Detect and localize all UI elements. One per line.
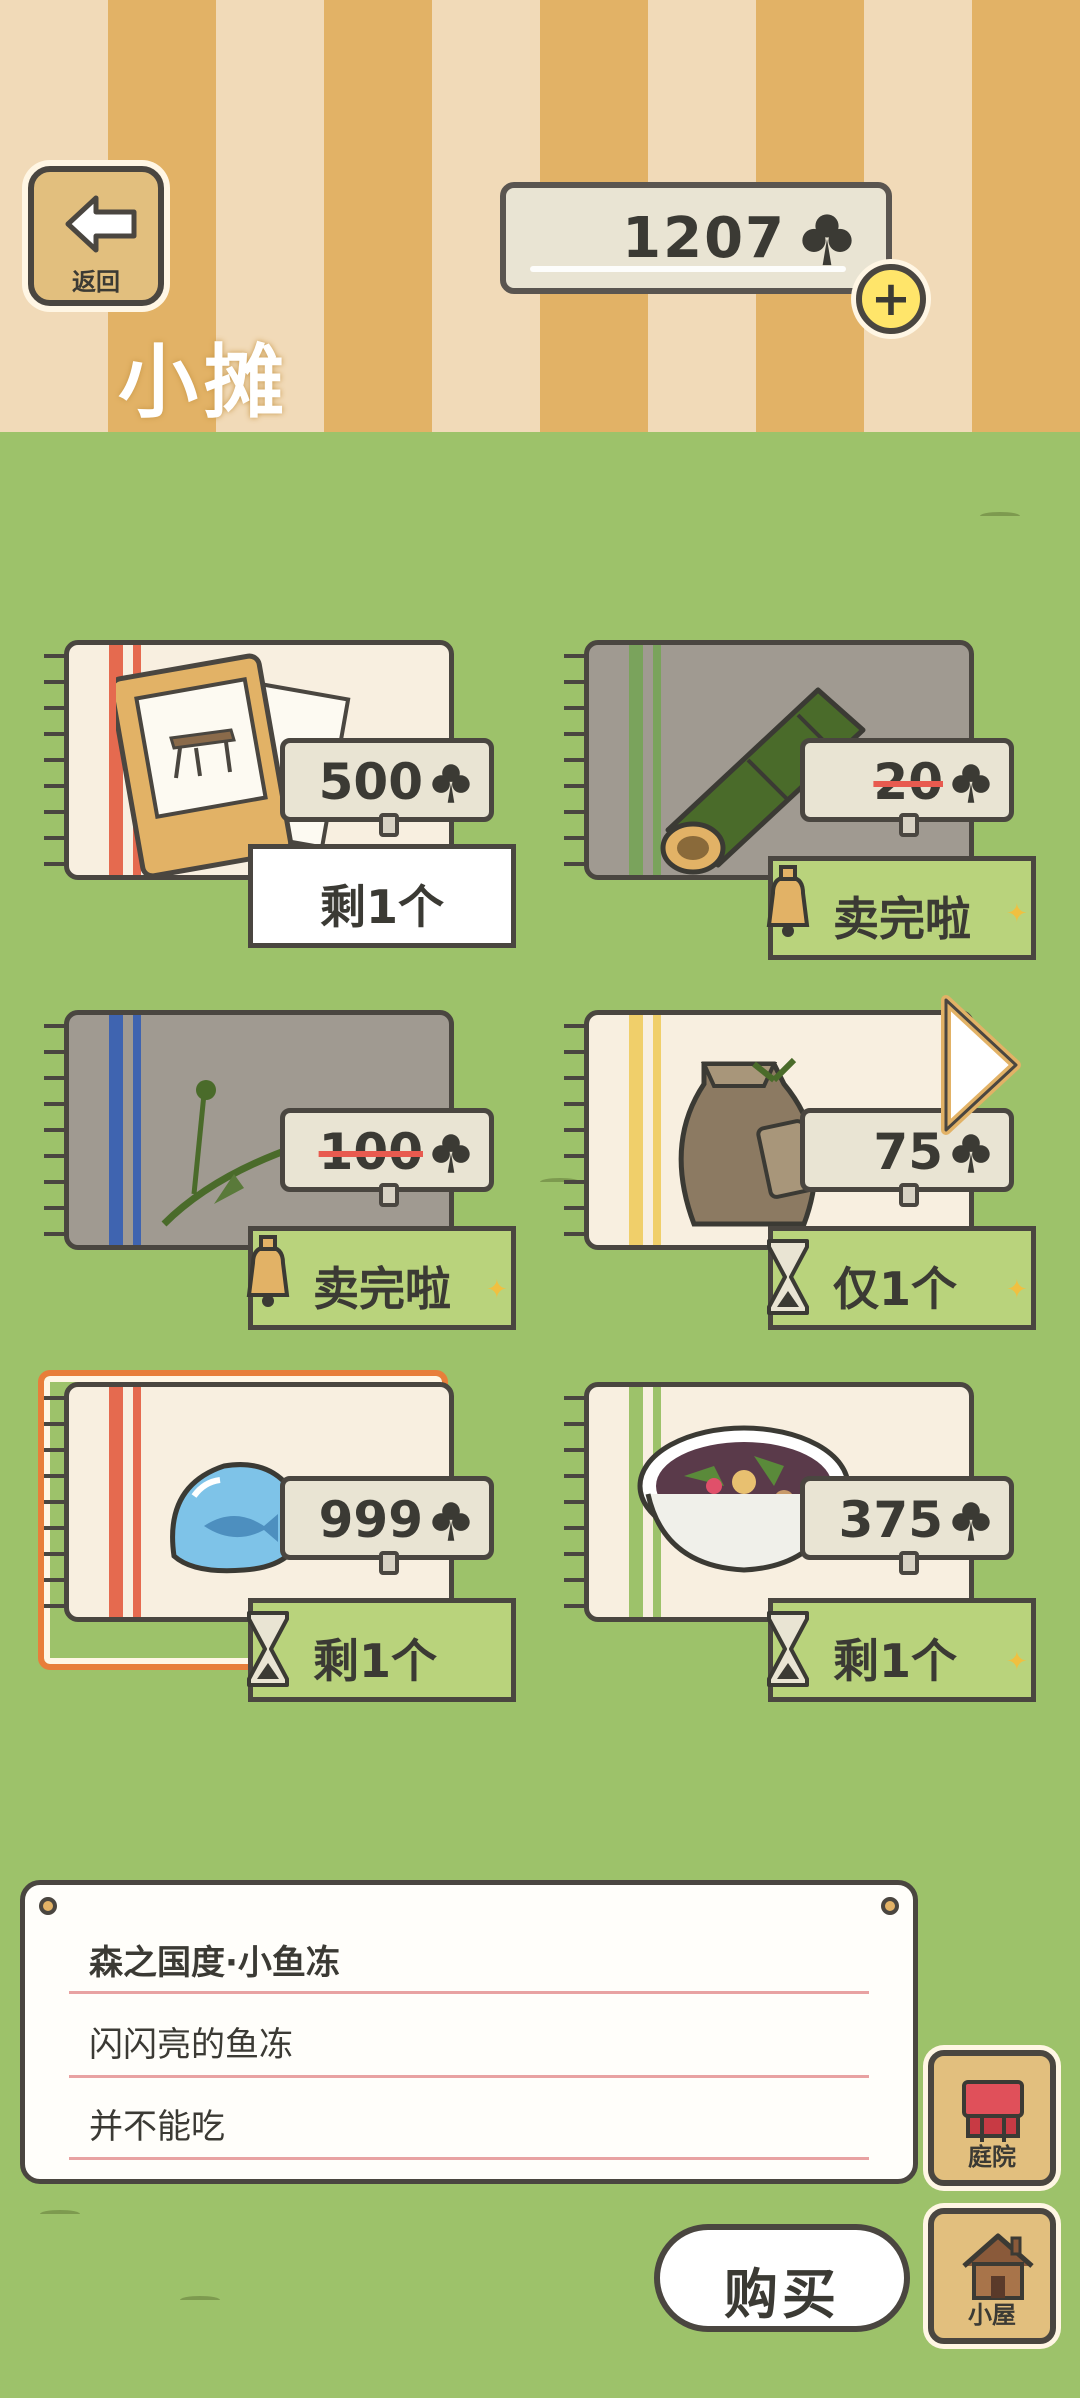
grass-mark bbox=[980, 512, 1020, 520]
price-tag: 500 bbox=[280, 738, 494, 837]
house-button[interactable]: 小屋 bbox=[928, 2208, 1056, 2344]
price-value: 100 bbox=[318, 1123, 423, 1181]
item-description-panel: 森之国度·小鱼冻 闪闪亮的鱼冻 并不能吃 bbox=[20, 1880, 918, 2184]
tag-clip bbox=[899, 1551, 919, 1575]
stock-status-label: 卖完啦 bbox=[313, 1262, 451, 1316]
clover-icon bbox=[802, 214, 852, 266]
yard-icon bbox=[962, 2080, 1024, 2142]
tag-clip bbox=[899, 1183, 919, 1207]
item-desc-line2: 并不能吃 bbox=[89, 2107, 225, 2147]
ruled-line bbox=[69, 1991, 869, 1994]
clover-icon bbox=[432, 764, 470, 803]
plus-icon: + bbox=[870, 271, 912, 327]
mat-fringe bbox=[44, 1014, 68, 1254]
price-tag: 375 bbox=[800, 1476, 1014, 1575]
ruled-line bbox=[69, 2157, 869, 2160]
shop-item-chair-poster[interactable]: 500 剩1个 bbox=[44, 634, 516, 948]
yard-button[interactable]: 庭院 bbox=[928, 2050, 1056, 2186]
price-tag: 20 bbox=[800, 738, 1014, 837]
stock-status: 仅1个 bbox=[767, 1226, 1036, 1330]
stock-status-label: 剩1个 bbox=[319, 880, 444, 934]
stock-status: 剩1个 bbox=[767, 1598, 1036, 1702]
currency-display: 1207 bbox=[500, 182, 892, 294]
bell-icon bbox=[246, 1235, 290, 1307]
shop-item-salad-bowl[interactable]: 375 剩1个 ✦ bbox=[564, 1376, 1036, 1702]
next-page-arrow-icon[interactable] bbox=[936, 990, 1026, 1140]
tag-clip bbox=[899, 813, 919, 837]
ruled-line bbox=[69, 2075, 869, 2078]
price-value: 999 bbox=[318, 1491, 423, 1549]
price-value: 375 bbox=[838, 1491, 943, 1549]
back-arrow-icon bbox=[65, 195, 137, 253]
clover-icon bbox=[432, 1134, 470, 1173]
sparkle-icon: ✦ bbox=[1006, 1275, 1028, 1305]
mat-fringe bbox=[44, 644, 68, 884]
item-name: 森之国度·小鱼冻 bbox=[89, 1943, 340, 1983]
grass-mark bbox=[40, 2210, 80, 2218]
price-value: 75 bbox=[873, 1123, 943, 1181]
shop-item-fish-jelly[interactable]: 999 剩1个 bbox=[44, 1376, 516, 1702]
back-button[interactable]: 返回 bbox=[28, 166, 164, 306]
tag-clip bbox=[379, 1551, 399, 1575]
panel-pin bbox=[881, 1897, 899, 1915]
sparkle-icon: ✦ bbox=[1006, 899, 1028, 929]
hourglass-icon bbox=[767, 1239, 809, 1315]
stock-status-label: 剩1个 bbox=[313, 1634, 438, 1688]
tag-clip bbox=[379, 1183, 399, 1207]
sparkle-icon: ✦ bbox=[1006, 1647, 1028, 1677]
stock-status-label: 仅1个 bbox=[833, 1262, 958, 1316]
item-desc-line1: 闪闪亮的鱼冻 bbox=[89, 2025, 293, 2065]
shop-item-dandelion[interactable]: 100 卖完啦 ✦ bbox=[44, 1004, 516, 1330]
stock-status: 剩1个 bbox=[247, 1598, 516, 1702]
back-label: 返回 bbox=[72, 268, 120, 296]
grass-mark bbox=[180, 2296, 220, 2304]
stock-status: 卖完啦 bbox=[766, 856, 1036, 960]
sparkle-icon: ✦ bbox=[486, 1275, 508, 1305]
house-label: 小屋 bbox=[968, 2301, 1016, 2329]
yard-label: 庭院 bbox=[968, 2143, 1016, 2171]
mat-fringe bbox=[564, 644, 588, 884]
house-icon bbox=[962, 2233, 1034, 2300]
price-value: 500 bbox=[318, 753, 423, 811]
mat-fringe bbox=[44, 1386, 68, 1626]
currency-shine bbox=[530, 266, 846, 272]
price-tag: 999 bbox=[280, 1476, 494, 1575]
stock-status-label: 剩1个 bbox=[833, 1634, 958, 1688]
buy-label: 购买 bbox=[724, 2263, 840, 2326]
mat-fringe bbox=[564, 1386, 588, 1626]
shop-item-bamboo[interactable]: 20 卖完啦 ✦ bbox=[564, 634, 1036, 960]
panel-pin bbox=[39, 1897, 57, 1915]
price-tag: 100 bbox=[280, 1108, 494, 1207]
add-currency-button[interactable]: + bbox=[856, 264, 926, 334]
currency-value: 1207 bbox=[622, 206, 786, 271]
stock-status-label: 卖完啦 bbox=[833, 892, 971, 946]
clover-icon bbox=[432, 1502, 470, 1541]
clover-icon bbox=[952, 1502, 990, 1541]
price-value: 20 bbox=[873, 753, 943, 811]
clover-icon bbox=[952, 764, 990, 803]
stock-status: 剩1个 bbox=[248, 844, 516, 948]
page-title: 小摊 bbox=[118, 336, 290, 429]
stock-status: 卖完啦 bbox=[246, 1226, 516, 1330]
tag-clip bbox=[379, 813, 399, 837]
bell-icon bbox=[766, 865, 810, 937]
buy-button[interactable]: 购买 bbox=[654, 2224, 910, 2332]
shop-item-seed-bag[interactable]: 75 仅1个 ✦ bbox=[564, 1004, 1036, 1330]
mat-fringe bbox=[564, 1014, 588, 1254]
hourglass-icon bbox=[247, 1611, 289, 1687]
hourglass-icon bbox=[767, 1611, 809, 1687]
